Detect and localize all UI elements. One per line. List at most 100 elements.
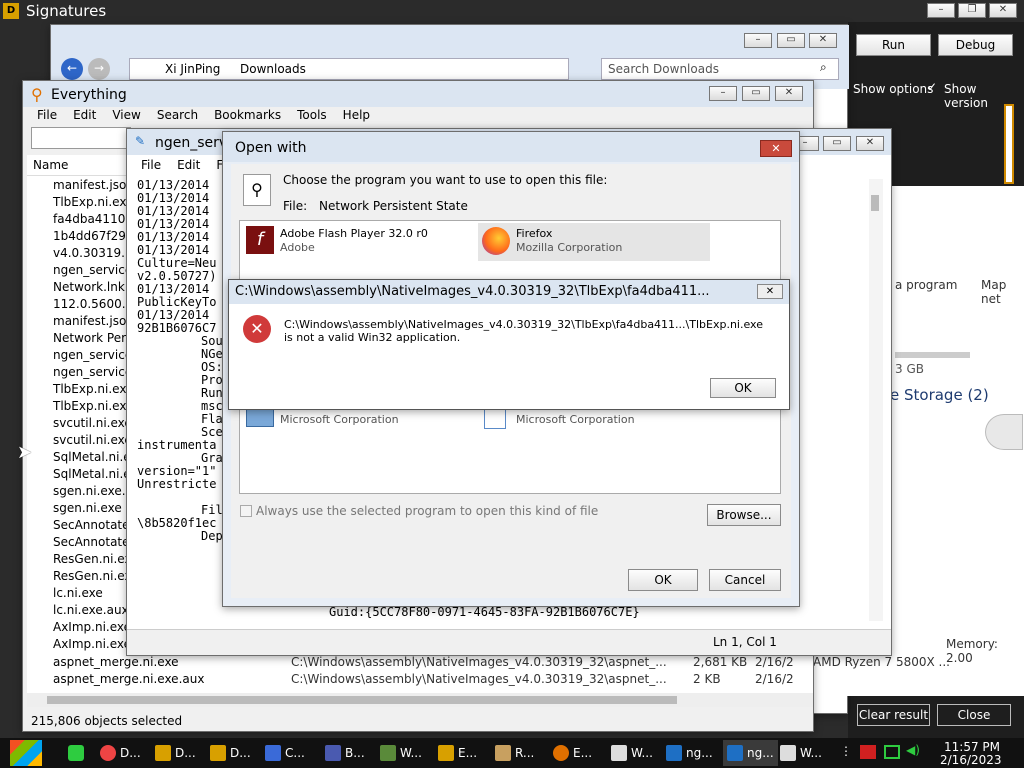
minimize-button[interactable]: – bbox=[927, 3, 955, 18]
prompt-text: Choose the program you want to use to op… bbox=[283, 173, 608, 187]
menu-search[interactable]: Search bbox=[149, 108, 206, 122]
program-item-firefox[interactable]: Firefox Mozilla Corporation bbox=[478, 223, 710, 261]
column-name[interactable]: Name bbox=[33, 158, 68, 172]
menu-edit[interactable]: Edit bbox=[169, 158, 208, 172]
debug-button[interactable]: Debug bbox=[938, 34, 1013, 56]
menu-file[interactable]: File bbox=[29, 108, 65, 122]
taskbar-item[interactable]: B... bbox=[325, 740, 365, 766]
search-icon bbox=[553, 745, 569, 761]
close-button[interactable]: ✕ bbox=[809, 33, 837, 48]
close-signatures-button[interactable]: Close bbox=[937, 704, 1011, 726]
cancel-button[interactable]: Cancel bbox=[709, 569, 781, 591]
menu-bookmarks[interactable]: Bookmarks bbox=[206, 108, 289, 122]
error-message-line1: C:\Windows\assembly\NativeImages_v4.0.30… bbox=[284, 318, 763, 331]
volume-icon[interactable]: ◀) bbox=[906, 743, 920, 757]
close-button[interactable]: ✕ bbox=[760, 140, 792, 157]
ok-button[interactable]: OK bbox=[628, 569, 698, 591]
photo-viewer-icon bbox=[246, 407, 274, 427]
close-button[interactable]: ✕ bbox=[775, 86, 803, 101]
notepad-title: ngen_serv bbox=[155, 135, 228, 151]
close-button[interactable]: ✕ bbox=[757, 284, 783, 299]
program-vendor: Microsoft Corporation bbox=[280, 413, 399, 426]
show-options-label[interactable]: Show options bbox=[853, 82, 933, 96]
taskbar-item[interactable]: C... bbox=[265, 740, 305, 766]
back-icon[interactable]: ← bbox=[61, 58, 83, 80]
menu-edit[interactable]: Edit bbox=[65, 108, 104, 122]
open-with-title: Open with bbox=[235, 140, 307, 156]
network-icon[interactable] bbox=[884, 745, 900, 759]
taskbar-item[interactable]: W... bbox=[780, 740, 822, 766]
flag-icon[interactable] bbox=[860, 745, 876, 759]
taskbar-item[interactable]: E... bbox=[553, 740, 592, 766]
horizontal-scrollbar[interactable] bbox=[27, 693, 813, 707]
row-date: 2/16/2 bbox=[755, 655, 794, 669]
explorer-side-text: a program bbox=[895, 278, 958, 292]
row-name: aspnet_merge.ni.exe bbox=[53, 655, 179, 669]
file-name: Network Persistent State bbox=[319, 199, 468, 213]
start-button[interactable] bbox=[10, 740, 42, 766]
gear-icon bbox=[325, 745, 341, 761]
taskbar-item[interactable]: R... bbox=[495, 740, 534, 766]
taskbar-item[interactable]: D... bbox=[155, 740, 196, 766]
always-use-checkbox[interactable] bbox=[240, 505, 252, 517]
close-button[interactable]: ✕ bbox=[989, 3, 1017, 18]
minimize-button[interactable]: – bbox=[709, 86, 737, 101]
firefox-icon bbox=[482, 227, 510, 255]
clock-date[interactable]: 2/16/2023 bbox=[940, 753, 1002, 767]
taskbar-item[interactable]: E... bbox=[438, 740, 477, 766]
error-titlebar: C:\Windows\assembly\NativeImages_v4.0.30… bbox=[229, 280, 789, 304]
path-segment[interactable]: Xi JinPing bbox=[165, 62, 220, 76]
menu-view[interactable]: View bbox=[104, 108, 148, 122]
browse-button[interactable]: Browse... bbox=[707, 504, 781, 526]
scrollbar-thumb[interactable] bbox=[47, 696, 677, 704]
taskbar-item[interactable]: ng... bbox=[666, 740, 713, 766]
program-item-flash[interactable]: f Adobe Flash Player 32.0 r0 Adobe bbox=[242, 223, 476, 259]
app-logo-icon: D bbox=[3, 3, 19, 19]
table-row[interactable]: aspnet_merge.ni.exe.aux C:\Windows\assem… bbox=[27, 672, 813, 689]
error-ok-button[interactable]: OK bbox=[710, 378, 776, 398]
menu-file[interactable]: File bbox=[133, 158, 169, 172]
clear-result-button[interactable]: Clear result bbox=[857, 704, 930, 726]
maximize-button[interactable]: ▭ bbox=[742, 86, 770, 101]
app-icon bbox=[495, 745, 511, 761]
taskbar-item[interactable]: D... bbox=[210, 740, 251, 766]
address-bar[interactable]: Xi JinPing Downloads bbox=[129, 58, 569, 80]
taskbar-item[interactable]: D... bbox=[100, 740, 141, 766]
program-vendor: Adobe bbox=[280, 241, 315, 254]
notepad-icon bbox=[727, 745, 743, 761]
row-name: aspnet_merge.ni.exe.aux bbox=[53, 672, 205, 686]
signatures-panel-edge bbox=[1004, 104, 1014, 184]
everything-search-input[interactable] bbox=[31, 127, 131, 149]
map-network-text: Map net bbox=[981, 278, 1007, 306]
clock-time[interactable]: 11:57 PM bbox=[944, 740, 1000, 754]
program-vendor: Mozilla Corporation bbox=[516, 241, 623, 254]
minimize-button[interactable]: – bbox=[744, 33, 772, 48]
app-icon bbox=[265, 745, 281, 761]
notepad-statusbar: Ln 1, Col 1 bbox=[127, 629, 891, 655]
menu-help[interactable]: Help bbox=[335, 108, 378, 122]
maximize-button[interactable]: ❐ bbox=[958, 3, 986, 18]
everything-menubar: File Edit View Search Bookmarks Tools He… bbox=[29, 108, 378, 122]
table-row[interactable]: aspnet_merge.ni.exe C:\Windows\assembly\… bbox=[27, 655, 813, 672]
row-path: C:\Windows\assembly\NativeImages_v4.0.30… bbox=[291, 655, 667, 669]
close-button[interactable]: ✕ bbox=[856, 136, 884, 151]
taskbar-item[interactable]: W... bbox=[380, 740, 422, 766]
everything-status: 215,806 objects selected bbox=[31, 714, 183, 728]
tray-overflow-icon[interactable]: ⋮ bbox=[840, 744, 852, 758]
taskbar-icon[interactable] bbox=[68, 745, 84, 761]
menu-tools[interactable]: Tools bbox=[289, 108, 335, 122]
vertical-scrollbar[interactable] bbox=[869, 179, 883, 621]
run-button[interactable]: Run bbox=[856, 34, 931, 56]
app-icon bbox=[438, 745, 454, 761]
scrollbar-thumb[interactable] bbox=[871, 195, 879, 211]
taskbar-item[interactable]: W... bbox=[611, 740, 653, 766]
forward-icon[interactable]: → bbox=[88, 58, 110, 80]
search-icon[interactable]: ⌕ bbox=[820, 60, 827, 75]
maximize-button[interactable]: ▭ bbox=[777, 33, 805, 48]
taskbar-item[interactable]: ng... bbox=[723, 740, 778, 766]
check-icon[interactable]: ✓ bbox=[927, 80, 937, 94]
search-box[interactable]: Search Downloads ⌕ bbox=[601, 58, 839, 80]
maximize-button[interactable]: ▭ bbox=[823, 136, 851, 151]
file-label: File: bbox=[283, 199, 308, 213]
path-segment[interactable]: Downloads bbox=[240, 62, 306, 76]
